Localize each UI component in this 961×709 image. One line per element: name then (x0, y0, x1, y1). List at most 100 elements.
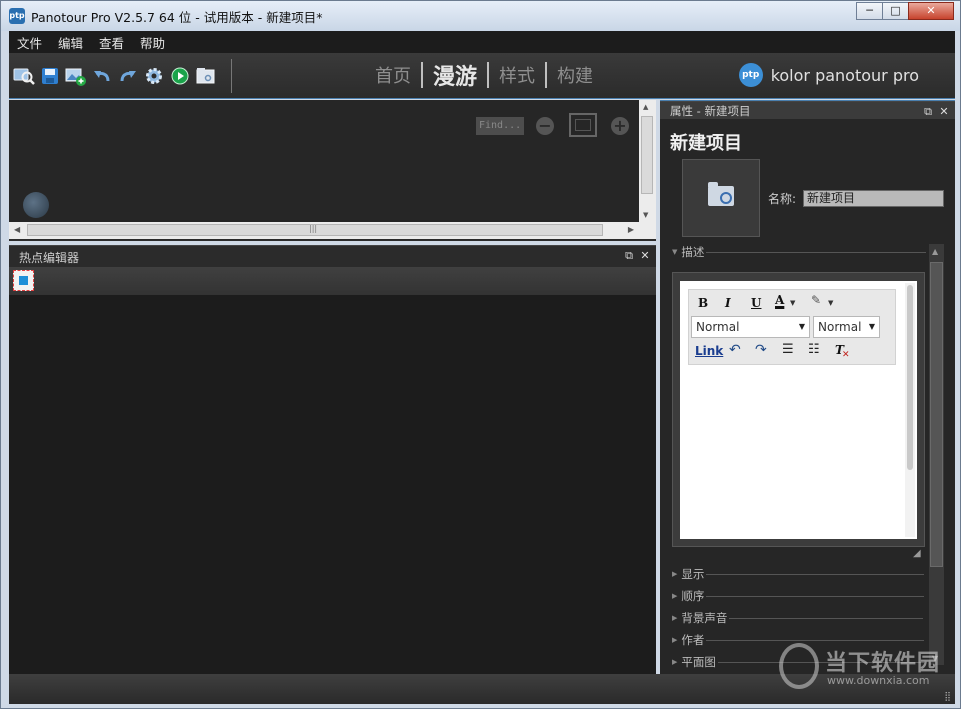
section-divider (729, 617, 924, 619)
minimize-icon: ─ (866, 4, 873, 17)
scroll-down-icon[interactable]: ▼ (643, 211, 648, 219)
tab-build[interactable]: 构建 (547, 62, 603, 88)
maximize-icon: □ (890, 4, 901, 17)
italic-button[interactable]: I (725, 296, 731, 310)
settings-icon[interactable] (141, 65, 167, 87)
add-panorama-icon[interactable] (63, 65, 89, 87)
toolbar-separator (231, 59, 232, 93)
redo-icon[interactable] (115, 65, 141, 87)
section-label: 描述 (681, 245, 705, 259)
remove-icon: ✕ (842, 350, 850, 360)
add-hotspot-icon[interactable] (13, 270, 34, 291)
project-name-field[interactable]: 新建项目 (803, 190, 944, 207)
section-label: 顺序 (681, 589, 705, 603)
chevron-down-icon[interactable]: ▼ (790, 299, 795, 307)
font-color-button[interactable]: A (775, 293, 784, 307)
main-tabs: 首页 漫游 样式 构建 (365, 59, 603, 91)
bold-button[interactable]: B (698, 296, 708, 310)
numbered-list-icon[interactable]: ☷ (808, 342, 820, 357)
scroll-left-icon[interactable]: ◀ (14, 225, 20, 234)
undo-icon[interactable] (89, 65, 115, 87)
hotspot-toolbar (9, 267, 656, 295)
section-order[interactable]: ▶ 顺序 (672, 589, 925, 603)
menu-bar: 文件 编辑 查看 帮助 (9, 31, 955, 53)
chevron-right-icon: ▶ (672, 570, 678, 578)
chevron-right-icon: ▶ (672, 636, 678, 644)
scroll-corner (639, 222, 656, 239)
zoom-in-icon[interactable]: + (611, 117, 629, 135)
tab-home[interactable]: 首页 (365, 62, 421, 88)
undo-icon[interactable]: ↶ (729, 342, 741, 358)
section-label: 平面图 (681, 655, 716, 669)
underline-button[interactable]: U (751, 296, 761, 310)
window-title: Panotour Pro V2.5.7 64 位 - 试用版本 - 新建项目* (31, 10, 323, 25)
highlight-icon[interactable]: ✎ (811, 293, 821, 307)
minimize-button[interactable]: ─ (856, 2, 883, 20)
save-icon[interactable] (37, 65, 63, 87)
scroll-thumb[interactable] (907, 285, 913, 470)
section-label: 背景声音 (681, 611, 728, 625)
title-bar: ptp Panotour Pro V2.5.7 64 位 - 试用版本 - 新建… (1, 1, 960, 31)
watermark: 当下软件园 www.downxia.com (779, 639, 949, 691)
search-panorama-icon[interactable] (11, 65, 37, 87)
export-icon[interactable] (193, 65, 219, 87)
scroll-up-icon[interactable]: ▲ (643, 103, 648, 111)
editor-scrollbar[interactable] (905, 283, 915, 537)
menu-help[interactable]: 帮助 (132, 33, 173, 52)
size-select-value: Normal (818, 320, 862, 334)
scroll-thumb[interactable] (641, 116, 653, 194)
resize-grip-icon[interactable]: ◢ (913, 548, 921, 559)
properties-title: 属性 - 新建项目 (670, 104, 751, 118)
play-icon[interactable] (167, 65, 193, 87)
menu-view[interactable]: 查看 (91, 33, 132, 52)
viewer-vertical-scrollbar[interactable]: ▲ ▼ (639, 100, 656, 222)
zoom-out-icon[interactable]: − (536, 117, 554, 135)
main-toolbar: 首页 漫游 样式 构建 ptp kolor panotour pro (9, 53, 955, 99)
resize-grip-icon[interactable]: ⣿ (944, 692, 951, 702)
brand: ptp kolor panotour pro (738, 63, 919, 87)
find-input[interactable]: Find... (476, 117, 524, 135)
tour-viewer: Find... − + ▲ ▼ ◀ ||| ▶ (9, 100, 656, 241)
viewer-horizontal-scrollbar[interactable]: ◀ ||| ▶ (9, 222, 639, 239)
maximize-button[interactable]: □ (882, 2, 909, 20)
editor-toolbar: B I U A ▼ ✎ ▼ Normal ▼ Normal ▼ Link ↶ ↷… (688, 289, 896, 365)
globe-icon[interactable] (23, 192, 49, 218)
hotspot-editor-area[interactable] (9, 295, 656, 674)
section-divider (706, 595, 925, 597)
section-display[interactable]: ▶ 显示 (672, 567, 925, 581)
menu-file[interactable]: 文件 (9, 33, 50, 52)
redo-icon[interactable]: ↷ (755, 342, 767, 358)
brand-name: kolor panotour pro (770, 65, 919, 85)
float-panel-icon[interactable]: ⧉ (622, 249, 636, 263)
project-title: 新建项目 (670, 133, 742, 154)
project-thumbnail[interactable] (682, 159, 760, 237)
scroll-up-icon[interactable]: ▲ (932, 247, 938, 256)
fit-view-icon[interactable] (569, 113, 597, 137)
bulleted-list-icon[interactable]: ☰ (782, 342, 794, 357)
float-panel-icon[interactable]: ⧉ (921, 105, 935, 119)
properties-scrollbar[interactable]: ▲ ▼ (929, 244, 944, 665)
watermark-url: www.downxia.com (827, 674, 930, 687)
section-background-sound[interactable]: ▶ 背景声音 (672, 611, 924, 625)
close-button[interactable]: ✕ (908, 2, 954, 20)
link-button[interactable]: Link (695, 344, 723, 358)
tour-canvas[interactable]: Find... − + (9, 100, 639, 222)
close-panel-icon[interactable]: ✕ (937, 105, 951, 119)
chevron-right-icon: ▶ (672, 592, 678, 600)
scroll-thumb[interactable] (930, 262, 943, 567)
section-label: 作者 (681, 633, 705, 647)
tab-tour[interactable]: 漫游 (423, 59, 487, 91)
format-select[interactable]: Normal ▼ (691, 316, 810, 338)
section-divider (706, 573, 925, 575)
scroll-grip-icon: ||| (309, 224, 318, 233)
tab-style[interactable]: 样式 (489, 62, 545, 88)
section-description[interactable]: ▼ 描述 (672, 245, 927, 259)
scroll-right-icon[interactable]: ▶ (628, 225, 634, 234)
close-panel-icon[interactable]: ✕ (638, 249, 652, 263)
menu-edit[interactable]: 编辑 (50, 33, 91, 52)
size-select[interactable]: Normal ▼ (813, 316, 880, 338)
hotspot-editor-header: 热点编辑器 ⧉ ✕ (9, 245, 656, 267)
window-controls: ─ □ ✕ (856, 2, 954, 20)
chevron-down-icon[interactable]: ▼ (828, 299, 833, 307)
section-label: 显示 (681, 567, 705, 581)
